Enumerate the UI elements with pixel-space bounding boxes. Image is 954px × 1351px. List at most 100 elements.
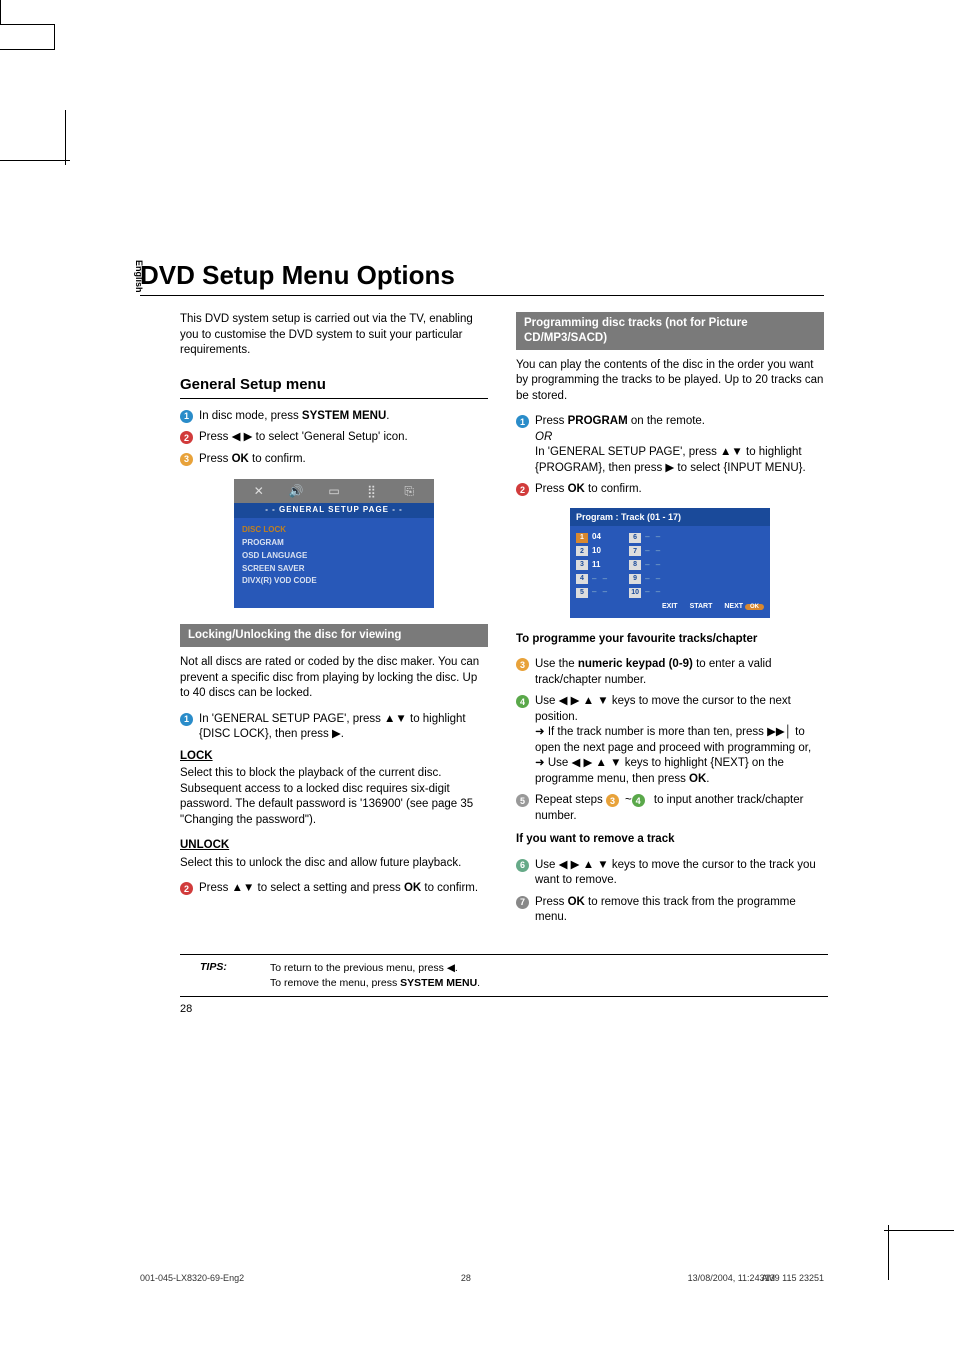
remove-heading: If you want to remove a track — [516, 832, 824, 848]
ok-label: OK — [689, 773, 706, 785]
step-3: 3 Press OK to confirm. — [180, 452, 488, 468]
slot-dash: – – — [645, 587, 662, 598]
ok-label: OK — [568, 896, 585, 908]
unlock-block: UNLOCK Select this to unlock the disc an… — [180, 838, 488, 871]
osd-title: - - GENERAL SETUP PAGE - - — [234, 503, 434, 518]
txt: In 'GENERAL SETUP PAGE', press ▲▼ to hig… — [535, 446, 806, 474]
exit-label: EXIT — [662, 602, 678, 611]
exit-icon: ⎘ — [399, 484, 419, 498]
program-screenshot: Program : Track (01 - 17) 10 4 210 311 4 –… — [570, 508, 770, 618]
txt: Press — [199, 453, 232, 465]
txt: . — [386, 410, 389, 422]
lock-step-1: 1 In 'GENERAL SETUP PAGE', press ▲▼ to h… — [180, 712, 488, 743]
prog-box-title: Program : Track (01 - 17) — [570, 508, 770, 526]
txt: Use ◀ ▶ ▲ ▼ keys to move the cursor to t… — [535, 695, 791, 723]
step-number-2-icon: 2 — [516, 483, 529, 496]
txt: In disc mode, press — [199, 410, 302, 422]
start-label: START — [690, 602, 713, 611]
slot-dash: – – — [645, 546, 662, 557]
prog-right-col: 6– – 7– – 8– – 9– – 10– – — [629, 532, 662, 598]
osd-item: SCREEN SAVER — [242, 563, 426, 576]
prog-step-5-text: Repeat steps 3~4 to input another track/… — [535, 793, 824, 824]
slot-num: 3 — [576, 560, 588, 570]
slot-num: 9 — [629, 574, 641, 584]
osd-item: PROGRAM — [242, 537, 426, 550]
step-1: 1 In disc mode, press SYSTEM MENU. — [180, 409, 488, 425]
slot-dash: – – — [645, 560, 662, 571]
txt: To return to the previous menu, press ◀. — [270, 962, 458, 974]
prog-step-7-text: Press OK to remove this track from the p… — [535, 895, 824, 926]
speaker-icon: 🔊 — [286, 484, 306, 498]
txt: To remove the menu, press — [270, 977, 400, 989]
txt: Repeat steps — [535, 794, 606, 806]
step-number-1-icon: 1 — [180, 410, 193, 423]
slot-num: 10 — [629, 588, 641, 598]
step-number-6-icon: 6 — [516, 859, 529, 872]
footer-right: 13/08/2004, 11:24 AM 3139 115 23251 — [688, 1273, 824, 1283]
right-column: Programming disc tracks (not for Picture… — [516, 312, 824, 932]
prog-row: 210 — [576, 546, 609, 557]
footer-file: 001-045-LX8320-69-Eng2 — [140, 1273, 244, 1283]
prog-step-3-text: Use the numeric keypad (0-9) to enter a … — [535, 657, 824, 688]
program-intro: You can play the contents of the disc in… — [516, 358, 824, 405]
prog-footer: EXIT START NEXT OK — [576, 602, 764, 611]
slot-num: 6 — [629, 533, 641, 543]
slot-num: 7 — [629, 546, 641, 556]
keypad-label: numeric keypad (0-9) — [578, 658, 693, 670]
page-number: 28 — [180, 1003, 824, 1015]
ok-label: OK — [232, 453, 249, 465]
txt: to confirm. — [421, 882, 478, 894]
slot-num: 4 — [576, 574, 588, 584]
prog-step-6-text: Use ◀ ▶ ▲ ▼ keys to move the cursor to t… — [535, 858, 824, 889]
unlock-text: Select this to unlock the disc and allow… — [180, 856, 488, 872]
txt: . — [706, 773, 709, 785]
ok-label: OK — [568, 483, 585, 495]
intro-text: This DVD system setup is carried out via… — [180, 312, 488, 359]
tips-text: To return to the previous menu, press ◀.… — [270, 961, 480, 990]
osd-item: OSD LANGUAGE — [242, 550, 426, 563]
inline-4-icon: 4 — [632, 794, 645, 807]
prog-row: 311 — [576, 560, 609, 571]
step-number-3-icon: 3 — [516, 658, 529, 671]
lock-title: LOCK — [180, 749, 488, 765]
tips-bar: TIPS: To return to the previous menu, pr… — [180, 954, 828, 997]
prog-row: 5 – – — [576, 587, 609, 598]
osd-tab-bar: ✕ 🔊 ▭ ⣿ ⎘ — [234, 479, 434, 503]
prog-step-4: 4 Use ◀ ▶ ▲ ▼ keys to move the cursor to… — [516, 694, 824, 787]
step-2: 2 Press ◀ ▶ to select 'General Setup' ic… — [180, 430, 488, 446]
slot-dash: – – — [592, 574, 609, 585]
slot-num: 5 — [576, 588, 588, 598]
print-footer: 001-045-LX8320-69-Eng2 28 13/08/2004, 11… — [140, 1273, 824, 1283]
prog-step-5: 5 Repeat steps 3~4 to input another trac… — [516, 793, 824, 824]
screen-icon: ▭ — [324, 484, 344, 498]
ok-pill-icon: OK — [745, 604, 764, 610]
lock-step-2: 2 Press ▲▼ to select a setting and press… — [180, 881, 488, 897]
step-3-text: Press OK to confirm. — [199, 452, 488, 468]
step-number-1-icon: 1 — [516, 415, 529, 428]
fav-heading: To programme your favourite tracks/chapt… — [516, 632, 824, 648]
title-rule — [140, 295, 824, 296]
prog-row: 4 – – — [576, 574, 609, 585]
prog-box-body: 104 210 311 4– – 5– – 6– – 7– – 8– – 9– … — [570, 526, 770, 617]
prog-row: 9– – — [629, 574, 662, 585]
txt: Press — [535, 415, 568, 427]
page-title: DVD Setup Menu Options — [140, 260, 824, 291]
slot-num: 2 — [576, 546, 588, 556]
two-columns: This DVD system setup is carried out via… — [180, 312, 824, 932]
language-tab: English — [134, 260, 144, 293]
step-1-text: In disc mode, press SYSTEM MENU. — [199, 409, 488, 425]
step-number-5-icon: 5 — [516, 794, 529, 807]
lock-subheading: Locking/Unlocking the disc for viewing — [180, 624, 488, 647]
tips-label: TIPS: — [180, 961, 270, 990]
txt: ➜ If the track number is more than ten, … — [535, 726, 811, 754]
prog-row: 6– – — [629, 532, 662, 543]
txt: to confirm. — [585, 483, 642, 495]
left-column: This DVD system setup is carried out via… — [180, 312, 488, 932]
prog-step-6: 6 Use ◀ ▶ ▲ ▼ keys to move the cursor to… — [516, 858, 824, 889]
lock-block: LOCK Select this to block the playback o… — [180, 749, 488, 829]
prog-row: 7 – – — [629, 546, 662, 557]
prog-step-1: 1 Press PROGRAM on the remote. OR In 'GE… — [516, 414, 824, 476]
inline-3-icon: 3 — [606, 794, 619, 807]
osd-item: DISC LOCK — [242, 524, 426, 537]
slot-dash: – – — [592, 587, 609, 598]
